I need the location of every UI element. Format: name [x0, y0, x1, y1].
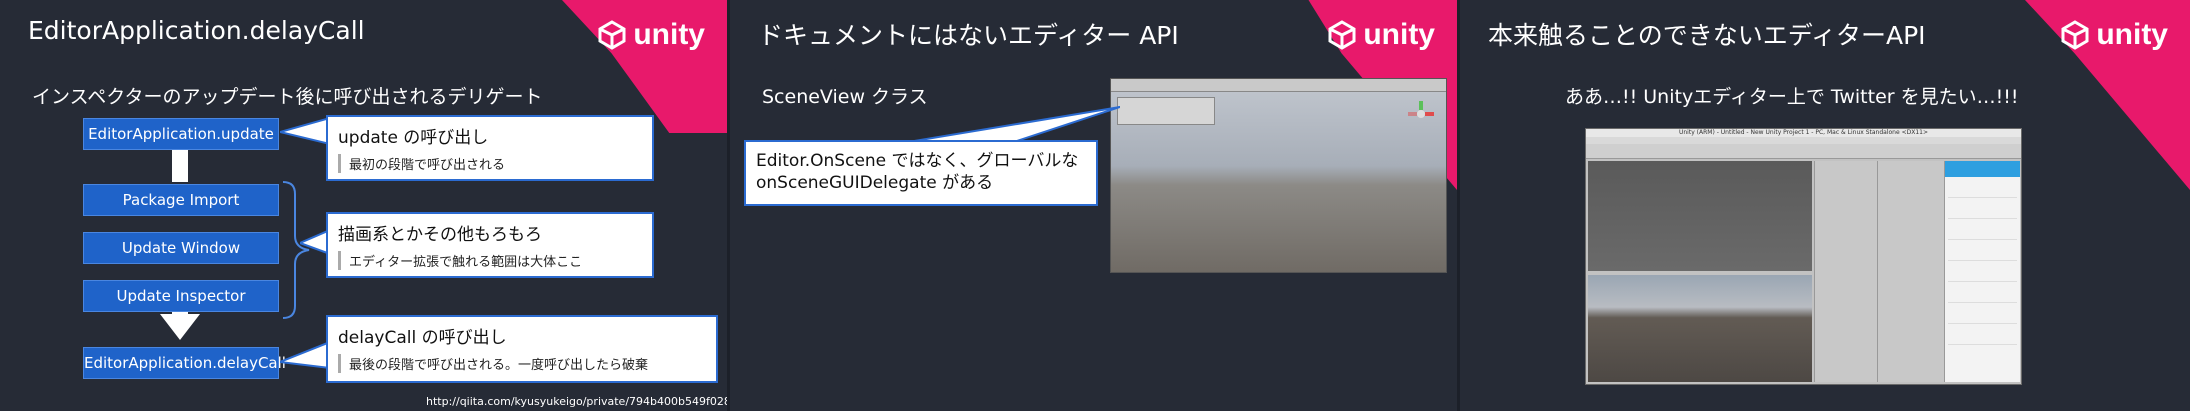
page-title: EditorApplication.delayCall — [28, 16, 365, 45]
box-update-inspector: Update Inspector — [83, 280, 279, 312]
callout-delaycall-note: 最後の段階で呼び出される。一度呼び出したら破棄 — [338, 354, 716, 373]
down-arrow-icon — [160, 314, 200, 340]
editor-twitter-panel — [1944, 161, 2020, 382]
callout-pointer — [280, 340, 330, 370]
source-url[interactable]: http://qiita.com/kyusyukeigo/private/794… — [426, 395, 727, 408]
callout-scenegui: Editor.OnScene ではなく、グローバルな onSceneGUIDel… — [744, 140, 1098, 206]
scene-toolbar — [1111, 79, 1446, 92]
unity-cube-icon — [1328, 20, 1356, 50]
tweet-row — [1948, 204, 2017, 219]
sceneview-screenshot — [1110, 78, 1447, 273]
callout-update: update の呼び出し 最初の段階で呼び出される — [326, 115, 654, 181]
slide-sceneview: unity ドキュメントにはないエディター API SceneView クラス … — [730, 0, 1457, 411]
editor-game-view — [1588, 275, 1812, 382]
callout-drawing-heading: 描画系とかその他もろもろ — [338, 225, 542, 245]
editor-menu-bar — [1586, 137, 2021, 144]
page-title: 本来触ることのできないエディターAPI — [1488, 21, 1926, 50]
box-update-window: Update Window — [83, 232, 279, 264]
box-package-import: Package Import — [83, 184, 279, 216]
slide-delaycall: unity EditorApplication.delayCall インスペクタ… — [0, 0, 727, 411]
flow-connector — [172, 148, 188, 182]
unity-logo-text: unity — [2096, 18, 2168, 51]
page-title: ドキュメントにはないエディター API — [758, 21, 1179, 50]
callout-delaycall: delayCall の呼び出し 最後の段階で呼び出される。一度呼び出したら破棄 — [326, 315, 718, 383]
callout-drawing: 描画系とかその他もろもろ エディター拡張で触れる範囲は大体ここ — [326, 212, 654, 278]
slide-internal-api: unity 本来触ることのできないエディターAPI ああ…!! Unityエディ… — [1460, 0, 2190, 411]
twitter-header-bar — [1945, 161, 2020, 177]
editor-scene-view — [1588, 161, 1812, 271]
callout-update-heading: update の呼び出し — [338, 128, 489, 148]
editor-window-title: Unity (ARM) - Untitled - New Unity Proje… — [1586, 129, 2021, 137]
callout-pointer — [280, 118, 330, 146]
tweet-row — [1948, 267, 2017, 282]
unity-logo-text: unity — [633, 18, 705, 51]
box-editorapplication-update: EditorApplication.update — [83, 118, 279, 150]
editor-hierarchy-panel — [1814, 161, 1877, 382]
unity-cube-icon — [598, 20, 626, 50]
editor-toolbar — [1586, 144, 2021, 159]
callout-scenegui-line1: Editor.OnScene ではなく、グローバルな — [756, 151, 1079, 171]
tweet-row — [1948, 225, 2017, 240]
editor-project-panel — [1877, 161, 1944, 382]
unity-cube-icon — [2061, 20, 2089, 50]
box-editorapplication-delaycall: EditorApplication.delayCall — [83, 347, 286, 379]
unity-logo-text: unity — [1363, 18, 1435, 51]
callout-scenegui-line2: onSceneGUIDelegate がある — [756, 173, 994, 193]
tweet-row — [1948, 330, 2017, 345]
unity-logo: unity — [597, 18, 705, 52]
tweet-row — [1948, 288, 2017, 303]
callout-delaycall-heading: delayCall の呼び出し — [338, 328, 507, 348]
tweet-row — [1948, 246, 2017, 261]
tweet-row — [1948, 183, 2017, 198]
unity-logo: unity — [2060, 18, 2168, 52]
unity-logo: unity — [1327, 18, 1435, 52]
tweet-row — [1948, 309, 2017, 324]
callout-drawing-note: エディター拡張で触れる範囲は大体ここ — [338, 251, 652, 270]
callout-update-note: 最初の段階で呼び出される — [338, 154, 652, 173]
unity-editor-screenshot: Unity (ARM) - Untitled - New Unity Proje… — [1585, 128, 2022, 385]
scene-camera-panel — [1117, 97, 1215, 125]
page-subtitle: ああ…!! Unityエディター上で Twitter を見たい…!!! — [1565, 86, 2019, 108]
scene-gizmo-icon — [1408, 101, 1434, 118]
page-subtitle: インスペクターのアップデート後に呼び出されるデリゲート — [32, 86, 543, 108]
